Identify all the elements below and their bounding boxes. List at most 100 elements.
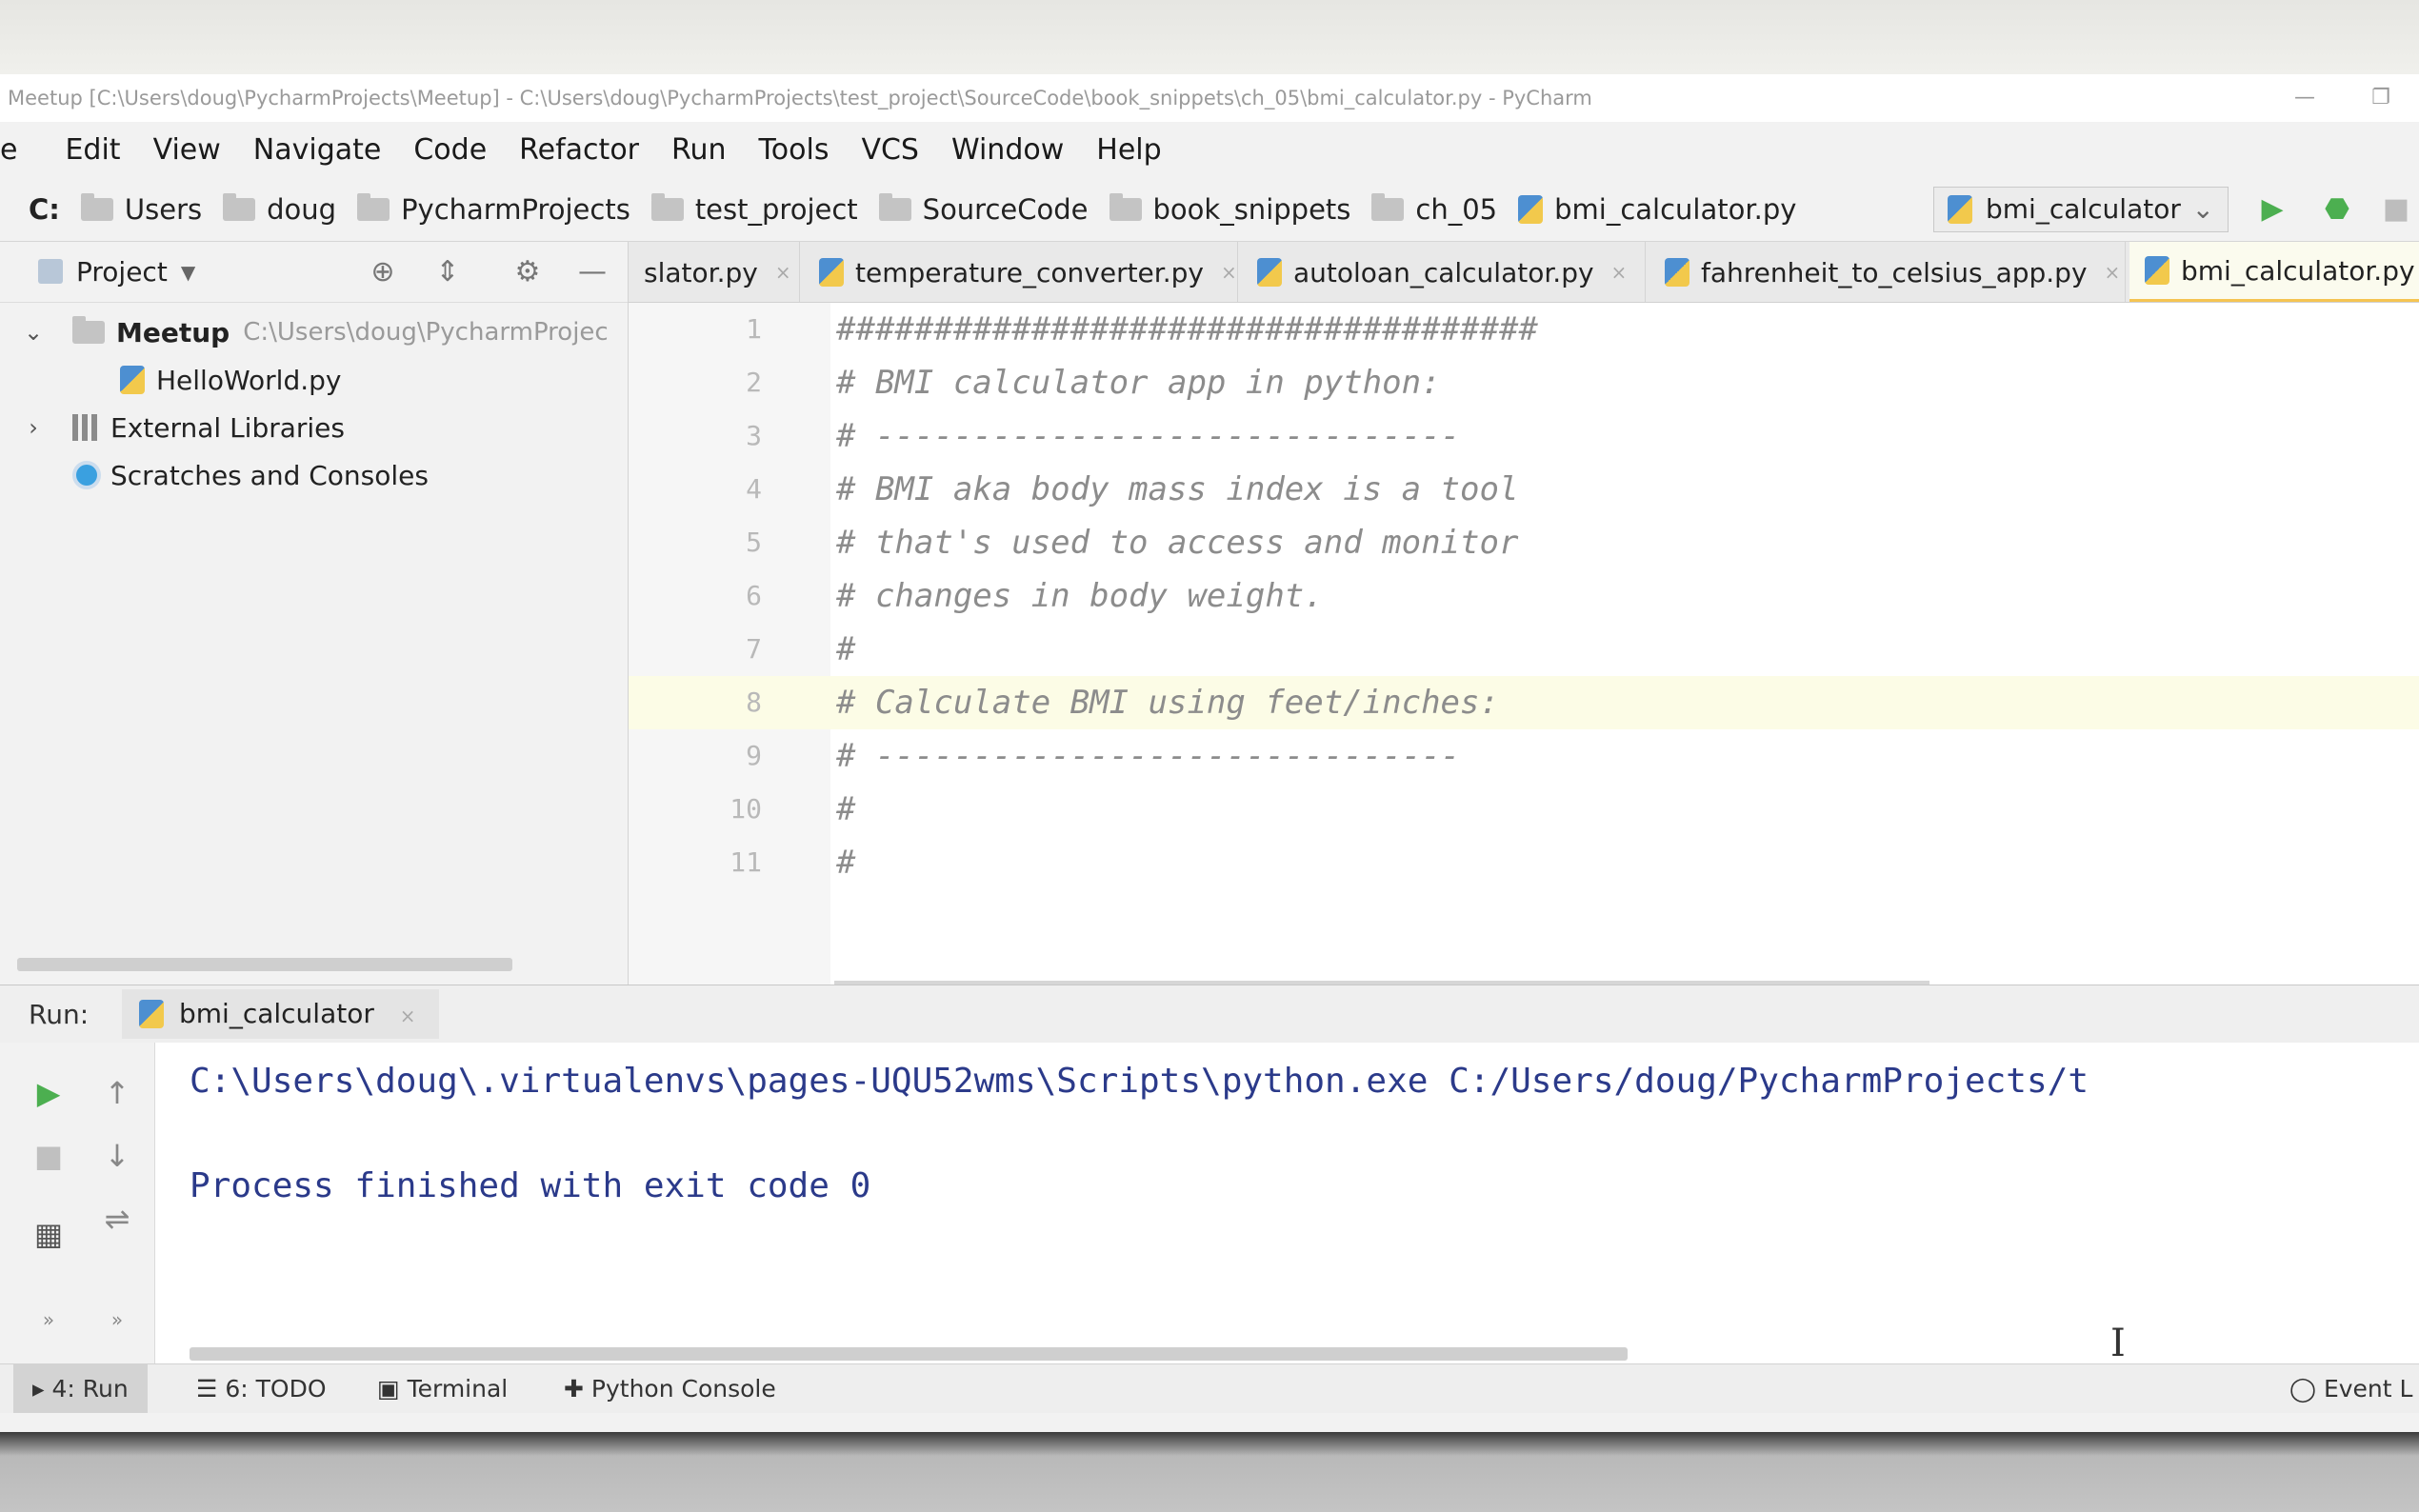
breadcrumb-folder[interactable]: SourceCode [878,192,1089,226]
code-line[interactable]: 3 # ------------------------------ [629,409,2419,463]
line-text: # changes in body weight. [836,577,1324,615]
menu-window[interactable]: Window [951,133,1064,167]
menu-edit[interactable]: Edit [65,133,120,167]
terminal-tool-button[interactable]: ▣ Terminal [377,1364,508,1414]
menu-tools[interactable]: Tools [759,133,830,167]
gear-icon[interactable]: ⚙ [507,251,549,293]
todo-tool-button[interactable]: ☰ 6: TODO [196,1364,327,1414]
project-horizontal-scrollbar[interactable] [17,958,512,971]
tree-item-scratches[interactable]: Scratches and Consoles [0,451,629,499]
scroll-up-button[interactable]: ↑ [93,1069,141,1117]
line-number: 4 [746,473,762,505]
breadcrumb-file[interactable]: bmi_calculator.py [1518,193,1796,226]
console-horizontal-scrollbar[interactable] [190,1347,1628,1361]
chevron-right-icon[interactable]: › [19,414,48,441]
close-icon[interactable]: × [1221,261,1237,284]
breadcrumb-folder[interactable]: book_snippets [1109,192,1350,226]
maximize-button[interactable]: ❐ [2352,74,2409,122]
code-line[interactable]: 1 #################################### [629,303,2419,356]
breadcrumb-label: SourceCode [922,192,1089,226]
code-line[interactable]: 2 # BMI calculator app in python: [629,356,2419,409]
line-text: # Calculate BMI using feet/inches: [836,684,1499,722]
collapse-all-icon[interactable]: ⇕ [427,251,469,293]
breadcrumb-folder[interactable]: test_project [650,192,858,226]
editor-tabs: slator.py × temperature_converter.py × aut… [629,242,2419,303]
menu-file[interactable]: e [0,133,17,167]
hide-panel-icon[interactable]: — [571,251,613,293]
code-line[interactable]: 9 # ------------------------------ [629,729,2419,783]
stop-button[interactable]: ■ [2377,190,2415,229]
tab-autoloan-calculator[interactable]: autoloan_calculator.py × [1242,242,1646,302]
code-line[interactable]: 10 # [629,783,2419,836]
debug-button[interactable]: ⬣ [2318,190,2356,229]
breadcrumb-folder[interactable]: PycharmProjects [357,192,630,226]
minimize-button[interactable]: — [2276,74,2333,122]
code-line[interactable]: 5 # that's used to access and monitor [629,516,2419,569]
tab-label: autoloan_calculator.py [1293,256,1594,288]
tab-bmi-calculator[interactable]: bmi_calculator.py [2129,242,2419,302]
tree-item-external-libraries[interactable]: › External Libraries [0,404,629,451]
more-button[interactable]: » [25,1296,72,1343]
rerun-button[interactable]: ▶ [25,1069,72,1117]
locate-file-icon[interactable]: ⊕ [362,251,404,293]
code-line[interactable]: 4 # BMI aka body mass index is a tool [629,463,2419,516]
tree-item-meetup[interactable]: ⌄ Meetup C:\Users\doug\PycharmProjec [0,308,629,356]
folder-icon [72,316,105,344]
code-line-current[interactable]: 8 # Calculate BMI using feet/inches: [629,676,2419,729]
run-tab-bmi-calculator[interactable]: bmi_calculator × [122,989,439,1039]
run-button[interactable]: ▶ [2253,190,2291,229]
console-output[interactable]: C:\Users\doug\.virtualenvs\pages-UQU52wm… [154,1043,2419,1364]
tab-fahrenheit-to-celsius[interactable]: fahrenheit_to_celsius_app.py × [1649,242,2126,302]
chevron-down-icon[interactable]: ⌄ [19,319,48,346]
project-view-select[interactable]: Project ▼ [76,256,195,288]
breadcrumb-folder[interactable]: doug [223,192,336,226]
close-icon[interactable]: × [400,1005,416,1027]
menu-vcs[interactable]: VCS [861,133,919,167]
stop-run-button[interactable]: ■ [25,1132,72,1180]
window-title: Meetup [C:\Users\doug\PycharmProjects\Me… [8,87,1592,109]
line-text: # [836,790,856,828]
line-number: 5 [746,527,762,558]
pycharm-window: Meetup [C:\Users\doug\PycharmProjects\Me… [0,74,2419,1432]
menu-refactor[interactable]: Refactor [519,133,639,167]
chevron-icon: » [110,1308,124,1331]
menu-help[interactable]: Help [1096,133,1161,167]
close-icon[interactable]: × [775,261,791,284]
run-tool-button[interactable]: ▸ 4: Run [13,1364,148,1414]
more-button[interactable]: » [93,1296,141,1343]
code-line[interactable]: 11 # [629,836,2419,889]
tab-temperature-converter[interactable]: temperature_converter.py × [804,242,1238,302]
code-editor[interactable]: 1 #################################### 2 #… [629,303,2419,985]
breadcrumb-drive[interactable]: C: [29,193,60,226]
close-icon[interactable]: × [2105,261,2121,284]
code-line[interactable]: 6 # changes in body weight. [629,569,2419,623]
python-console-tool-button[interactable]: ✚ Python Console [564,1364,776,1414]
tree-item-label: HelloWorld.py [156,364,342,396]
menu-view[interactable]: View [153,133,221,167]
text-cursor-icon: I [2110,1322,2126,1365]
breadcrumb-folder[interactable]: Users [80,192,202,226]
scroll-down-button[interactable]: ↓ [93,1132,141,1180]
chevron-icon: » [42,1308,55,1331]
code-line[interactable]: 7 # [629,623,2419,676]
play-icon: ▶ [36,1075,61,1111]
run-configuration-label: bmi_calculator [1986,193,2181,225]
window-title-bar: Meetup [C:\Users\doug\PycharmProjects\Me… [0,74,2419,122]
tab-label: fahrenheit_to_celsius_app.py [1701,256,2088,288]
menu-code[interactable]: Code [413,133,487,167]
tab-translator[interactable]: slator.py × [629,242,800,302]
tab-label: bmi_calculator.py [2181,254,2415,287]
tab-label: slator.py [644,256,758,288]
event-log-tool-button[interactable]: ◯ Event L [2289,1364,2412,1414]
wrap-icon: ⇌ [104,1201,130,1237]
menu-run[interactable]: Run [671,133,727,167]
menu-navigate[interactable]: Navigate [253,133,382,167]
tree-item-helloworld[interactable]: HelloWorld.py [0,356,629,404]
folder-icon [878,192,911,221]
close-icon[interactable]: × [1611,261,1628,284]
breadcrumb-folder[interactable]: ch_05 [1371,192,1498,226]
soft-wrap-button[interactable]: ⇌ [93,1195,141,1243]
breadcrumb-label: ch_05 [1415,192,1498,226]
run-configuration-select[interactable]: bmi_calculator ⌄ [1933,187,2229,232]
layout-button[interactable]: ▦ [25,1210,72,1258]
